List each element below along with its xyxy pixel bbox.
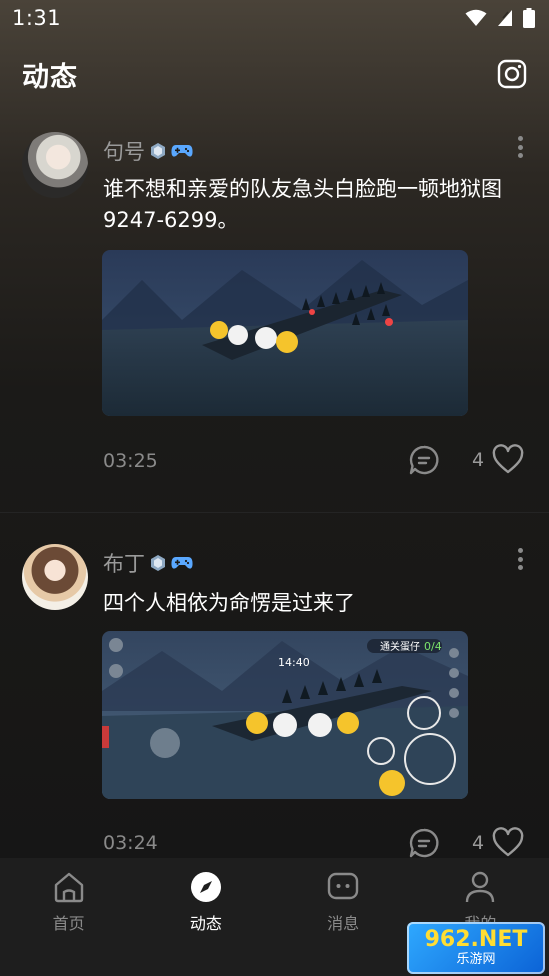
nav-label: 动态: [189, 914, 222, 933]
signal-icon: [498, 10, 512, 26]
hexagon-badge-icon: [151, 143, 165, 159]
post-text: 四个人相依为命愣是过来了: [103, 591, 355, 615]
status-time: 1:31: [12, 6, 62, 30]
username[interactable]: 句号: [103, 136, 145, 166]
home-icon: [54, 872, 83, 903]
compass-icon: [190, 872, 221, 902]
more-options-icon[interactable]: [511, 134, 529, 160]
video-thumbnail[interactable]: [102, 250, 468, 416]
post-text: 谁不想和亲爱的队友急头白脸跑一顿地狱图9247-6299。: [103, 177, 502, 232]
username-row: 句号: [103, 136, 193, 166]
nav-item-messages[interactable]: 消息: [298, 870, 388, 976]
nav-label: 首页: [52, 914, 85, 933]
heart-icon[interactable]: [492, 827, 524, 859]
video-timer: 14:40: [278, 656, 310, 669]
gamepad-badge-icon: [171, 557, 193, 569]
post-time: 03:24: [103, 832, 158, 854]
post-actions: 4: [408, 827, 524, 859]
nav-label: 消息: [327, 914, 360, 933]
status-bar: 1:31: [0, 0, 549, 36]
battery-icon: [523, 8, 535, 28]
avatar[interactable]: [22, 544, 88, 610]
nav-item-feed[interactable]: 动态: [161, 870, 251, 976]
video-progress: 0/4: [424, 640, 442, 653]
video-thumbnail[interactable]: 通关蛋仔 0/4 14:40: [102, 631, 468, 799]
avatar[interactable]: [22, 132, 88, 198]
watermark-bottom: 乐游网: [456, 952, 496, 967]
nav-item-home[interactable]: 首页: [24, 870, 114, 976]
video-level-label: 通关蛋仔: [380, 640, 420, 653]
header: 动态: [0, 52, 549, 96]
username[interactable]: 布丁: [103, 548, 145, 578]
more-options-icon[interactable]: [511, 546, 529, 572]
like-count: 4: [472, 832, 485, 854]
profile-icon: [466, 871, 495, 903]
post-time: 03:25: [103, 450, 158, 472]
gamepad-badge-icon: [171, 145, 193, 157]
comment-icon[interactable]: [408, 444, 440, 476]
status-icons: [465, 8, 535, 28]
heart-icon[interactable]: [492, 444, 524, 476]
instagram-camera-icon[interactable]: [497, 59, 527, 89]
watermark-top: 962.NET: [424, 927, 528, 952]
like-count: 4: [472, 449, 485, 471]
post-actions: 4: [408, 444, 524, 476]
page-title: 动态: [22, 61, 78, 93]
username-row: 布丁: [103, 548, 193, 578]
site-watermark: 962.NET 乐游网: [407, 922, 545, 974]
chat-icon: [327, 872, 359, 900]
hexagon-badge-icon: [151, 555, 165, 571]
comment-icon[interactable]: [408, 827, 440, 859]
wifi-icon: [465, 9, 487, 26]
post-divider: [0, 512, 549, 513]
